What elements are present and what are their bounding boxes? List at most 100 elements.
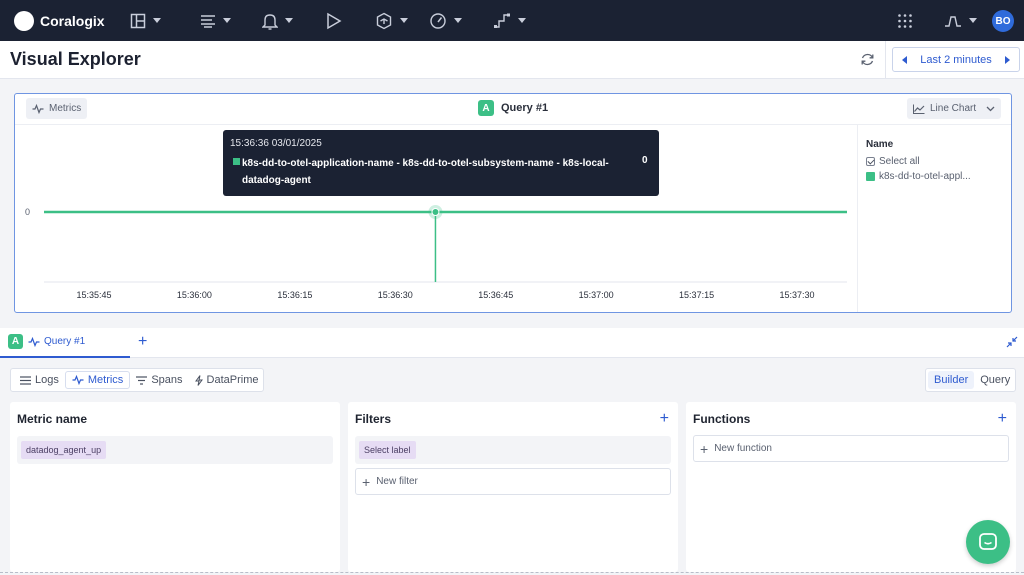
dashboard-menu-button[interactable]: [130, 0, 180, 41]
chart-legend: Name Select all k8s-dd-to-otel-appl...: [857, 125, 1011, 312]
user-avatar[interactable]: BO: [992, 10, 1014, 32]
filters-card: Filters + Select label + New filter: [348, 402, 678, 572]
new-filter-label: New filter: [376, 476, 418, 487]
pulse-icon: [72, 375, 84, 385]
previous-range-icon[interactable]: [902, 55, 907, 64]
x-tick-label: 15:37:15: [679, 290, 714, 300]
filters-card-title: Filters: [355, 412, 392, 426]
plus-icon: +: [700, 440, 709, 457]
chat-icon: [979, 533, 997, 550]
query-tab-badge: A: [8, 334, 23, 349]
play-icon: [327, 12, 342, 29]
line-chart-icon: [913, 104, 925, 114]
series-swatch: [866, 172, 875, 181]
add-function-button[interactable]: +: [998, 410, 1007, 428]
page-title: Visual Explorer: [10, 49, 141, 69]
collapse-icon: [1006, 336, 1018, 348]
tab-query-1[interactable]: A Query #1: [8, 334, 85, 349]
source-label-spans: Spans: [151, 374, 183, 386]
tooltip-value: 0: [642, 155, 648, 166]
integrations-icon: [376, 12, 392, 29]
refresh-icon: [861, 53, 874, 66]
bottom-edge: [0, 572, 1024, 573]
x-tick-label: 15:37:30: [779, 290, 814, 300]
active-tab-indicator: [0, 356, 130, 358]
refresh-button[interactable]: [860, 52, 875, 67]
x-tick-label: 15:37:00: [579, 290, 614, 300]
legend-heading: Name: [866, 139, 894, 150]
source-label-dataprime: DataPrime: [206, 374, 259, 386]
query-mode-toggle: Builder Query: [925, 368, 1016, 392]
spans-icon: [136, 375, 148, 385]
chart-query-title: A Query #1: [478, 100, 548, 116]
chevron-down-icon: [223, 18, 231, 23]
mode-builder-button[interactable]: Builder: [928, 371, 975, 389]
source-tab-dataprime[interactable]: DataPrime: [189, 371, 265, 389]
monitoring-menu-button[interactable]: [429, 0, 479, 41]
logs-icon: [20, 375, 31, 385]
source-label-logs: Logs: [35, 374, 59, 386]
brand-name: Coralogix: [40, 12, 105, 29]
dashboard-icon: [130, 13, 146, 28]
x-tick-label: 15:36:30: [378, 290, 413, 300]
legend-series-item[interactable]: k8s-dd-to-otel-appl...: [866, 171, 971, 182]
brand[interactable]: Coralogix: [14, 10, 118, 31]
gauge-icon: [430, 12, 446, 29]
grid-icon: [898, 13, 912, 28]
query-badge: A: [478, 100, 494, 116]
source-tab-logs[interactable]: Logs: [14, 371, 65, 389]
pulse-icon: [32, 103, 44, 114]
hover-point: [431, 208, 440, 216]
x-tick-label: 15:36:45: [478, 290, 513, 300]
select-all-label: Select all: [879, 156, 920, 167]
flow-icon: [494, 13, 510, 28]
apps-grid-button[interactable]: [897, 0, 913, 41]
explore-menu-button[interactable]: [200, 0, 250, 41]
chevron-down-icon: [518, 18, 526, 23]
help-menu-button[interactable]: [944, 0, 977, 41]
tooltip-series-swatch: [233, 158, 240, 165]
chevron-down-icon: [153, 18, 161, 23]
metric-card-title: Metric name: [17, 412, 88, 426]
add-query-button[interactable]: +: [138, 334, 147, 350]
header-divider: [885, 41, 886, 79]
time-range-label: Last 2 minutes: [920, 53, 992, 66]
pulse-icon: [28, 336, 40, 347]
mode-query-button[interactable]: Query: [974, 371, 1016, 389]
next-range-icon[interactable]: [1004, 55, 1010, 64]
new-function-label: New function: [714, 443, 772, 454]
query-title-text: Query #1: [501, 102, 549, 114]
chart-type-select[interactable]: Line Chart: [907, 98, 1001, 119]
source-tab-metrics[interactable]: Metrics: [64, 371, 131, 389]
source-tab-spans[interactable]: Spans: [130, 371, 188, 389]
legend-series-label: k8s-dd-to-otel-appl...: [879, 171, 971, 182]
plus-icon: +: [362, 473, 371, 490]
live-tail-button[interactable]: [326, 0, 366, 41]
functions-card-title: Functions: [693, 412, 751, 426]
new-function-button[interactable]: + New function: [693, 435, 1009, 462]
add-filter-button[interactable]: +: [660, 410, 669, 428]
chart-tooltip: 15:36:36 03/01/2025 k8s-dd-to-otel-appli…: [223, 130, 659, 196]
legend-select-all[interactable]: Select all: [866, 156, 920, 167]
time-range-picker[interactable]: Last 2 minutes: [892, 47, 1020, 72]
y-tick-label: 0: [25, 207, 30, 217]
query-tabs-bar: [0, 328, 1024, 358]
label-select[interactable]: Select label: [355, 436, 671, 464]
bell-icon: [262, 13, 278, 30]
select-label-chip[interactable]: Select label: [359, 441, 416, 459]
chevron-down-icon: [454, 18, 462, 23]
new-filter-button[interactable]: + New filter: [355, 468, 671, 495]
integrations-menu-button[interactable]: [375, 0, 425, 41]
alerts-menu-button[interactable]: [262, 0, 312, 41]
chart-source-button[interactable]: Metrics: [26, 98, 88, 119]
metric-chip[interactable]: datadog_agent_up: [21, 441, 107, 459]
chevron-down-icon: [400, 18, 408, 23]
chat-support-button[interactable]: [966, 520, 1010, 564]
chevron-down-icon: [285, 18, 293, 23]
checkbox-icon[interactable]: [866, 157, 875, 166]
flow-menu-button[interactable]: [493, 0, 543, 41]
query-tab-label: Query #1: [44, 336, 86, 347]
metric-select[interactable]: datadog_agent_up: [17, 436, 333, 464]
chevron-down-icon: [986, 106, 995, 111]
collapse-button[interactable]: [1006, 336, 1018, 348]
